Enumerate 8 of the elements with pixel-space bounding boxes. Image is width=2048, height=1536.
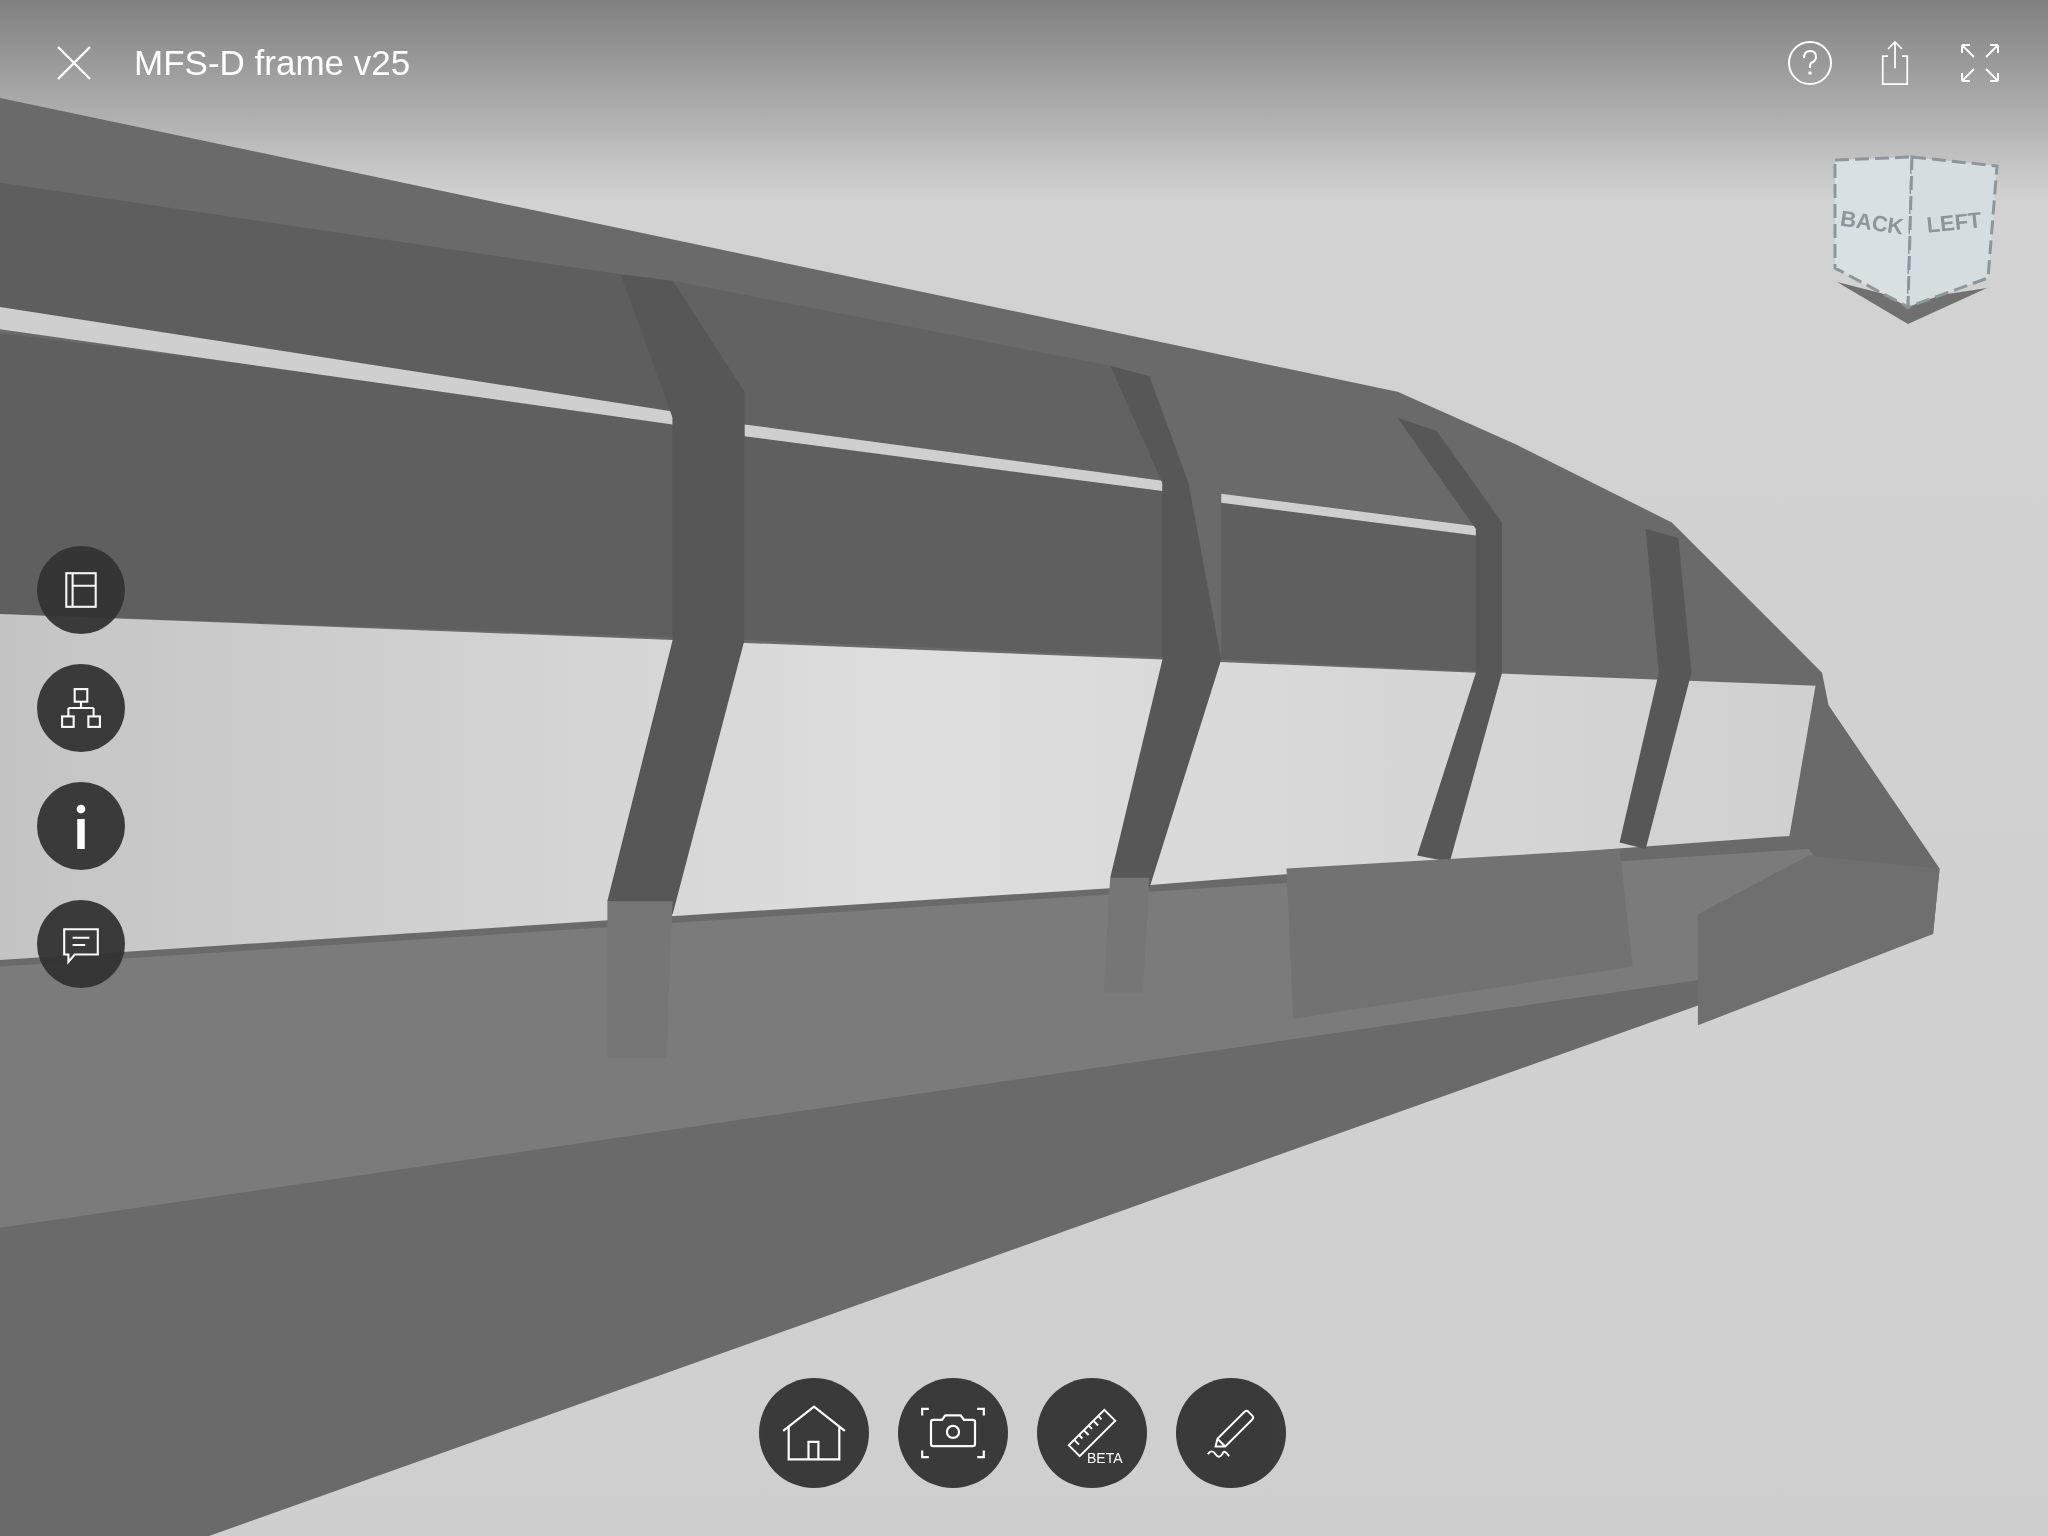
- help-icon[interactable]: [1786, 39, 1834, 87]
- hierarchy-icon: [60, 687, 102, 729]
- beta-label: BETA: [1087, 1450, 1123, 1466]
- model-title: MFS-D frame v25: [134, 43, 411, 83]
- cube-face-label: BACK: [1838, 205, 1906, 240]
- home-icon: [781, 1404, 847, 1462]
- info-icon: [76, 803, 86, 849]
- cube-face-label: LEFT: [1925, 207, 1983, 238]
